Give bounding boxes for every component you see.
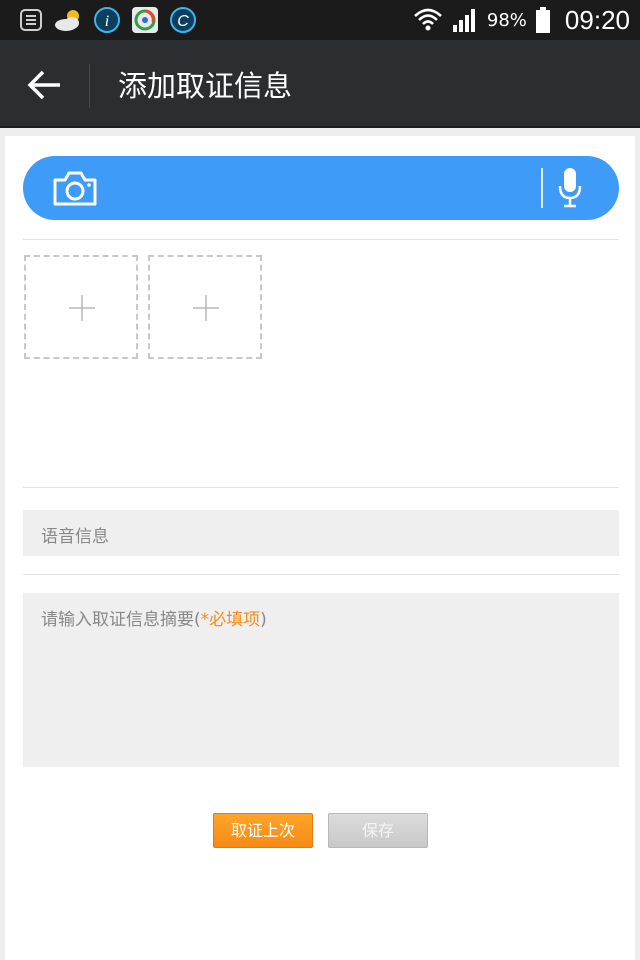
capture-bar	[23, 156, 619, 220]
status-clock: 09:20	[564, 4, 630, 35]
plus-icon	[193, 295, 219, 321]
camera-icon[interactable]	[51, 168, 99, 208]
add-photo-slot[interactable]	[148, 255, 262, 359]
microphone-icon[interactable]	[557, 166, 583, 210]
title-divider	[89, 64, 90, 108]
save-button[interactable]: 保存	[328, 813, 428, 848]
summary-input[interactable]: 请输入取证信息摘要(*必填项)	[23, 593, 619, 767]
plus-icon	[69, 295, 95, 321]
back-arrow-icon[interactable]	[22, 64, 70, 106]
summary-placeholder: 请输入取证信息摘要	[41, 610, 194, 630]
required-paren-open: (	[194, 610, 201, 630]
svg-text:i: i	[105, 13, 109, 30]
battery-percentage: 98%	[486, 9, 527, 31]
browser-app-icon	[132, 7, 158, 33]
required-marker: *必填项	[200, 610, 261, 630]
wifi-icon	[414, 8, 442, 31]
notification-list-icon	[20, 9, 42, 31]
battery-icon	[535, 7, 550, 33]
page-title: 添加取证信息	[118, 69, 293, 103]
title-bar: 添加取证信息	[0, 40, 640, 128]
signal-icon	[452, 9, 475, 32]
divider	[23, 487, 619, 488]
voice-info-field[interactable]: 语音信息	[23, 510, 619, 556]
evidence-upload-button[interactable]: 取证上次	[213, 813, 313, 848]
weather-icon	[55, 10, 79, 31]
required-paren-close: )	[260, 610, 267, 630]
divider	[23, 574, 619, 575]
add-photo-slot[interactable]	[24, 255, 138, 359]
voice-info-label: 语音信息	[41, 527, 109, 547]
capture-bar-divider	[541, 168, 543, 208]
svg-text:C: C	[177, 13, 189, 30]
status-bar: i C 98% 09:20	[0, 0, 640, 40]
divider	[23, 239, 619, 240]
c-app-icon: C	[170, 7, 196, 33]
info-app-icon: i	[94, 7, 120, 33]
content-panel: 语音信息 请输入取证信息摘要(*必填项) 取证上次 保存	[5, 136, 635, 960]
